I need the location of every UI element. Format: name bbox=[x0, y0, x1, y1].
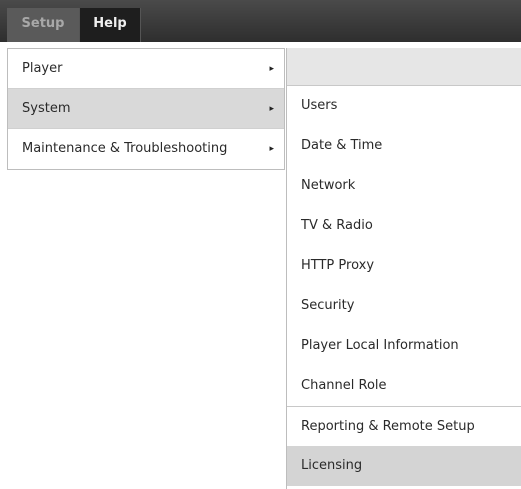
menu-setup[interactable]: Setup bbox=[7, 8, 79, 42]
menu-help[interactable]: Help bbox=[79, 8, 141, 42]
dropdown-item-label: Player bbox=[22, 61, 63, 76]
submenu-item-security[interactable]: Security bbox=[287, 286, 521, 326]
submenu-item-player-local-information[interactable]: Player Local Information bbox=[287, 326, 521, 366]
submenu-arrow-icon: ▸ bbox=[269, 144, 274, 154]
dropdown-item-label: Maintenance & Troubleshooting bbox=[22, 141, 228, 156]
submenu-arrow-icon: ▸ bbox=[269, 104, 274, 114]
dropdown-item-maintenance[interactable]: Maintenance & Troubleshooting ▸ bbox=[8, 129, 284, 169]
system-submenu: Users Date & Time Network TV & Radio HTT… bbox=[286, 48, 521, 489]
submenu-item-users[interactable]: Users bbox=[287, 86, 521, 126]
submenu-item-reporting-remote-setup[interactable]: Reporting & Remote Setup bbox=[287, 406, 521, 446]
submenu-item-tv-radio[interactable]: TV & Radio bbox=[287, 206, 521, 246]
menu-bar: Setup Help bbox=[0, 0, 521, 42]
dropdown-item-label: System bbox=[22, 101, 71, 116]
dropdown-item-player[interactable]: Player ▸ bbox=[8, 49, 284, 89]
submenu-item-date-time[interactable]: Date & Time bbox=[287, 126, 521, 166]
submenu-item-licensing[interactable]: Licensing bbox=[287, 446, 521, 486]
submenu-item-channel-role[interactable]: Channel Role bbox=[287, 366, 521, 406]
dropdown-item-system[interactable]: System ▸ bbox=[8, 89, 284, 129]
submenu-arrow-icon: ▸ bbox=[269, 64, 274, 74]
submenu-item-network[interactable]: Network bbox=[287, 166, 521, 206]
setup-dropdown: Player ▸ System ▸ Maintenance & Troubles… bbox=[7, 48, 285, 170]
submenu-header bbox=[287, 48, 521, 86]
submenu-item-http-proxy[interactable]: HTTP Proxy bbox=[287, 246, 521, 286]
